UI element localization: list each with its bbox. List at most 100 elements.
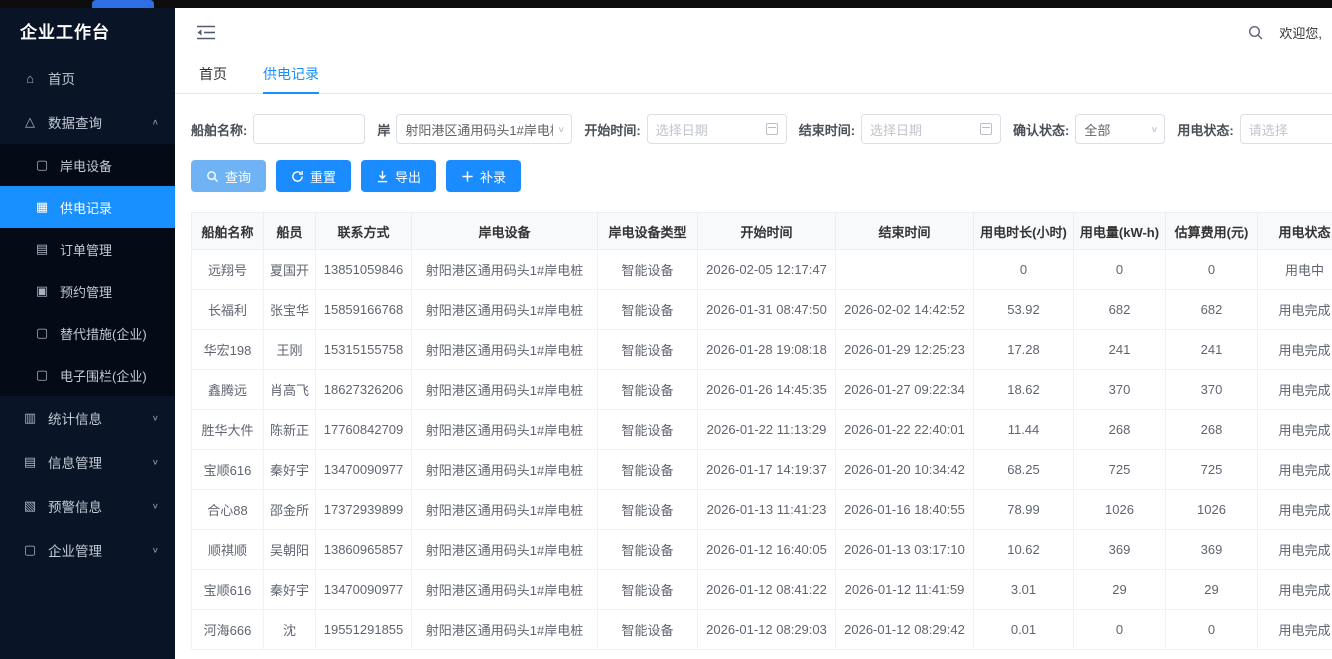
collapse-sidebar-icon[interactable]	[197, 25, 215, 40]
chevron-down-icon: ∨	[152, 546, 159, 555]
search-icon[interactable]	[1248, 25, 1263, 40]
table-cell: 邵金所	[264, 490, 316, 530]
confirm-status-select[interactable]: 全部 ∨	[1075, 114, 1165, 144]
table-cell: 河海666	[192, 610, 264, 650]
reset-button[interactable]: 重置	[276, 160, 351, 192]
sidebar: 企业工作台 ⌂首页△数据查询∧▢岸电设备▦供电记录▤订单管理▣预约管理▢替代措施…	[0, 0, 175, 659]
end-time-input[interactable]: 选择日期	[861, 114, 1001, 144]
sidebar-item[interactable]: ▤信息管理∨	[0, 440, 175, 484]
start-time-input[interactable]: 选择日期	[647, 114, 787, 144]
column-header: 结束时间	[836, 213, 974, 250]
table-cell: 用电完成	[1258, 490, 1332, 530]
supplement-button-label: 补录	[480, 167, 506, 186]
sidebar-item[interactable]: ▥统计信息∨	[0, 396, 175, 440]
sidebar-item-label: 统计信息	[48, 408, 152, 428]
table-cell: 华宏198	[192, 330, 264, 370]
table-cell: 射阳港区通用码头1#岸电桩	[412, 450, 598, 490]
table-cell: 顺祺顺	[192, 530, 264, 570]
supplement-button[interactable]: 补录	[446, 160, 521, 192]
table-cell: 241	[1166, 330, 1258, 370]
ship-name-input[interactable]	[253, 114, 365, 144]
table-cell: 13470090977	[316, 450, 412, 490]
sidebar-item[interactable]: ▢电子围栏(企业)	[0, 354, 175, 396]
records-table: 船舶名称船员联系方式岸电设备岸电设备类型开始时间结束时间用电时长(小时)用电量(…	[191, 212, 1332, 650]
topbar: 欢迎您,	[175, 8, 1332, 56]
table-cell: 夏国开	[264, 250, 316, 290]
table-row: 合心88邵金所17372939899射阳港区通用码头1#岸电桩智能设备2026-…	[192, 490, 1332, 530]
column-header: 估算费用(元)	[1166, 213, 1258, 250]
table-row: 远翔号夏国开13851059846射阳港区通用码头1#岸电桩智能设备2026-0…	[192, 250, 1332, 290]
export-button[interactable]: 导出	[361, 160, 436, 192]
table-cell: 13851059846	[316, 250, 412, 290]
data-query-icon: △	[22, 114, 38, 130]
table-row: 宝顺616秦好宇13470090977射阳港区通用码头1#岸电桩智能设备2026…	[192, 570, 1332, 610]
table-cell: 3.01	[974, 570, 1074, 610]
reservation-icon: ▣	[34, 283, 50, 299]
export-button-label: 导出	[395, 167, 421, 186]
table-cell: 智能设备	[598, 410, 698, 450]
table-cell: 2026-01-31 08:47:50	[698, 290, 836, 330]
table-cell: 王刚	[264, 330, 316, 370]
sidebar-item[interactable]: ▧预警信息∨	[0, 484, 175, 528]
column-header: 用电时长(小时)	[974, 213, 1074, 250]
table-cell: 29	[1074, 570, 1166, 610]
table-row: 顺祺顺吴朝阳13860965857射阳港区通用码头1#岸电桩智能设备2026-0…	[192, 530, 1332, 570]
sidebar-submenu: ▢岸电设备▦供电记录▤订单管理▣预约管理▢替代措施(企业)▢电子围栏(企业)	[0, 144, 175, 396]
window-tab-chip	[92, 0, 154, 8]
table-row: 长福利张宝华15859166768射阳港区通用码头1#岸电桩智能设备2026-0…	[192, 290, 1332, 330]
table-row: 宝顺616秦好宇13470090977射阳港区通用码头1#岸电桩智能设备2026…	[192, 450, 1332, 490]
table-cell: 智能设备	[598, 490, 698, 530]
table-cell: 肖高飞	[264, 370, 316, 410]
table-cell: 用电完成	[1258, 330, 1332, 370]
sidebar-item[interactable]: ▦供电记录	[0, 186, 175, 228]
sidebar-item[interactable]: △数据查询∧	[0, 100, 175, 144]
chevron-up-icon: ∧	[152, 118, 159, 127]
tab-power-records[interactable]: 供电记录	[263, 56, 319, 94]
table-cell: 15315155758	[316, 330, 412, 370]
device-select[interactable]: 射阳港区通用码头1#岸电桩 ∨	[396, 114, 572, 144]
power-status-select[interactable]: 请选择	[1240, 114, 1332, 144]
tab-home[interactable]: 首页	[199, 56, 227, 94]
column-header: 联系方式	[316, 213, 412, 250]
power-status-filter: 用电状态: 请选择	[1177, 114, 1332, 144]
table-cell: 2026-01-22 22:40:01	[836, 410, 974, 450]
table-cell: 78.99	[974, 490, 1074, 530]
table-cell: 0	[1166, 610, 1258, 650]
sidebar-item-label: 首页	[48, 68, 159, 88]
stats-icon: ▥	[22, 410, 38, 426]
table-cell: 陈新正	[264, 410, 316, 450]
table-row: 华宏198王刚15315155758射阳港区通用码头1#岸电桩智能设备2026-…	[192, 330, 1332, 370]
plus-icon	[461, 170, 474, 183]
sidebar-item[interactable]: ▢企业管理∨	[0, 528, 175, 572]
sidebar-item[interactable]: ▤订单管理	[0, 228, 175, 270]
power-record-icon: ▦	[34, 199, 50, 215]
action-buttons: 查询 重置 导出	[191, 160, 1332, 192]
table-cell: 53.92	[974, 290, 1074, 330]
sidebar-item[interactable]: ▢替代措施(企业)	[0, 312, 175, 354]
topbar-right: 欢迎您,	[1248, 23, 1322, 42]
table-cell: 17372939899	[316, 490, 412, 530]
table-cell: 射阳港区通用码头1#岸电桩	[412, 370, 598, 410]
table-cell: 15859166768	[316, 290, 412, 330]
table-cell: 2026-01-27 09:22:34	[836, 370, 974, 410]
table-row: 胜华大件陈新正17760842709射阳港区通用码头1#岸电桩智能设备2026-…	[192, 410, 1332, 450]
sidebar-item-label: 替代措施(企业)	[60, 324, 159, 343]
table-cell: 用电完成	[1258, 450, 1332, 490]
sidebar-item-label: 预警信息	[48, 496, 152, 516]
table-cell: 370	[1166, 370, 1258, 410]
query-button[interactable]: 查询	[191, 160, 266, 192]
start-time-filter: 开始时间: 选择日期	[584, 114, 786, 144]
table-header-row: 船舶名称船员联系方式岸电设备岸电设备类型开始时间结束时间用电时长(小时)用电量(…	[192, 213, 1332, 250]
table-cell: 秦好宇	[264, 450, 316, 490]
sidebar-item[interactable]: ▢岸电设备	[0, 144, 175, 186]
table-cell: 2026-01-12 16:40:05	[698, 530, 836, 570]
table-cell: 29	[1166, 570, 1258, 610]
sidebar-item[interactable]: ▣预约管理	[0, 270, 175, 312]
table-cell: 鑫腾远	[192, 370, 264, 410]
fence-icon: ▢	[34, 367, 50, 383]
table-cell: 用电中	[1258, 250, 1332, 290]
sidebar-item[interactable]: ⌂首页	[0, 56, 175, 100]
table-row: 河海666沈19551291855射阳港区通用码头1#岸电桩智能设备2026-0…	[192, 610, 1332, 650]
table-cell: 用电完成	[1258, 570, 1332, 610]
start-time-placeholder: 选择日期	[656, 120, 708, 139]
